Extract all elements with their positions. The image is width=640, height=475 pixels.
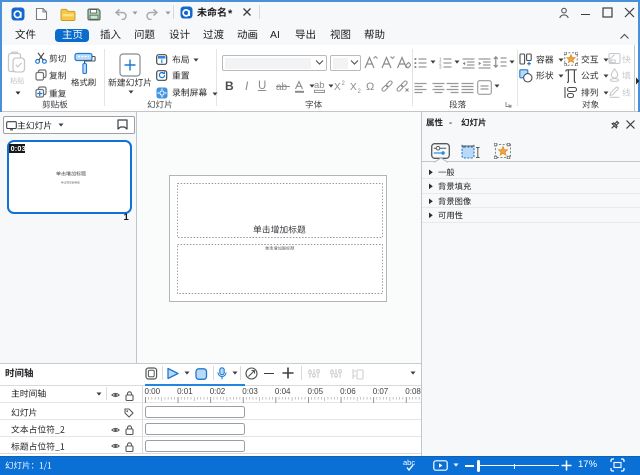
svg-text:X: X bbox=[334, 82, 341, 92]
svg-text:Ω: Ω bbox=[366, 81, 374, 92]
svg-text:ab: ab bbox=[276, 82, 288, 93]
svg-text:2: 2 bbox=[358, 89, 362, 93]
svg-text:ab: ab bbox=[314, 80, 325, 91]
svg-text:3: 3 bbox=[439, 65, 442, 69]
svg-text:2: 2 bbox=[342, 81, 346, 87]
svg-text:X: X bbox=[350, 82, 357, 93]
svg-text:abc: abc bbox=[403, 458, 415, 467]
